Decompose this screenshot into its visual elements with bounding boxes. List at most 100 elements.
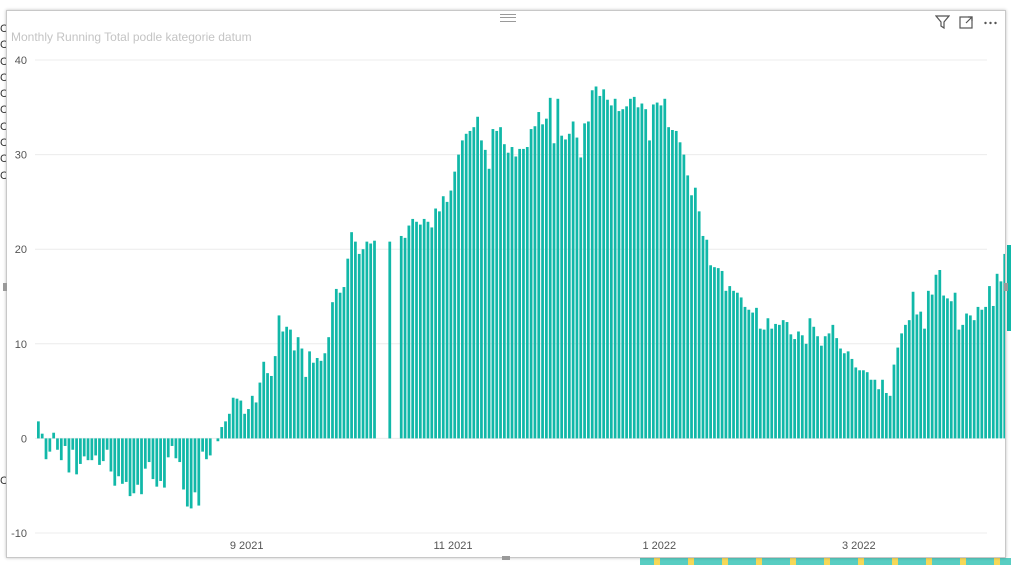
chart-bar: [483, 149, 487, 439]
chart-bar: [510, 147, 514, 439]
chart-bar: [705, 239, 709, 439]
chart-bar: [407, 225, 411, 439]
chart-bar: [37, 421, 40, 439]
y-tick-label: -10: [11, 528, 27, 540]
chart-bar: [59, 438, 63, 461]
chart-bar: [560, 135, 564, 439]
y-tick-label: 40: [15, 55, 27, 67]
chart-bar: [220, 427, 224, 439]
chart-bar: [567, 133, 571, 439]
chart-bar: [75, 438, 78, 475]
chart-bar: [239, 400, 243, 439]
chart-bar: [357, 253, 361, 439]
chart-bar: [846, 351, 850, 439]
chart-bar: [888, 395, 892, 439]
chart-bar: [403, 237, 407, 439]
chart-bar: [552, 143, 556, 439]
chart-bar: [820, 345, 823, 439]
chart-bar: [778, 324, 781, 439]
chart-bar: [892, 364, 896, 439]
chart-bar: [976, 306, 980, 439]
chart-bar: [109, 438, 113, 472]
chart-bar: [449, 190, 453, 439]
chart-bar: [132, 438, 136, 494]
chart-bar: [304, 376, 308, 439]
chart-bar: [426, 221, 430, 439]
chart-bar: [285, 326, 289, 439]
chart-bar: [587, 121, 590, 439]
chart-bar: [747, 309, 751, 439]
chart-bar: [277, 315, 281, 439]
chart-bar: [71, 438, 75, 450]
chart-bar: [751, 312, 755, 439]
chart-bar: [143, 438, 147, 469]
chart-bar: [197, 438, 201, 506]
chart-bar: [651, 104, 655, 439]
chart-bar: [678, 142, 682, 439]
chart-bar: [972, 320, 976, 439]
resize-handle-bottom[interactable]: [502, 556, 510, 560]
chart-bar: [724, 290, 728, 439]
chart-bar: [923, 328, 926, 439]
chart-bar: [877, 389, 881, 439]
chart-bar: [522, 148, 525, 439]
chart-bar: [884, 392, 888, 439]
chart-bar: [48, 438, 52, 452]
chart-bar: [205, 438, 208, 460]
chart-bar: [949, 301, 953, 439]
chart-bar: [613, 98, 617, 439]
chart-bar: [831, 324, 835, 439]
chart-bar: [147, 438, 151, 463]
chart-bar: [785, 322, 789, 439]
chart-bar: [365, 241, 369, 439]
chart-bar: [464, 133, 468, 439]
chart-bar: [797, 331, 800, 439]
chart-bar: [590, 90, 594, 439]
chart-bar: [697, 211, 701, 439]
chart-bar: [182, 438, 185, 490]
x-tick-label: 11 2021: [434, 540, 473, 552]
chart-bar: [915, 314, 919, 439]
chart-bar: [319, 360, 323, 439]
chart-bar: [98, 438, 101, 465]
resize-handle-left[interactable]: [3, 283, 7, 291]
chart-bar: [816, 336, 819, 439]
chart-bar: [800, 335, 804, 439]
chart-bar: [862, 370, 865, 439]
chart-bar: [625, 106, 628, 439]
chart-bar: [823, 336, 827, 439]
chart-bar: [388, 241, 392, 439]
chart-bar: [113, 438, 117, 486]
chart-bar: [441, 196, 445, 439]
x-tick-label: 9 2021: [230, 540, 264, 552]
chart-bar: [881, 379, 884, 439]
chart-bar: [758, 328, 762, 439]
chart-canvas: -10 0 10 20 30 40 9 2021 11 2021 1 2022 3 2022: [11, 55, 1005, 552]
chart-visual[interactable]: Monthly Running Total podle kategorie da…: [6, 10, 1006, 558]
chart-bar: [812, 326, 816, 439]
chart-bar: [655, 102, 659, 439]
report-page: C C C C C C C C C C C Monthly Running To…: [0, 0, 1011, 565]
chart-bar: [453, 171, 457, 439]
chart-bar: [178, 438, 182, 463]
chart-bar: [999, 281, 1003, 439]
chart-bar: [926, 290, 930, 439]
chart-bar: [128, 438, 132, 497]
chart-bar: [262, 361, 266, 439]
chart-bar: [86, 438, 90, 461]
chart-bar: [105, 438, 109, 450]
chart-bar: [418, 224, 422, 439]
chart-bar: [602, 89, 606, 439]
chart-bar: [682, 154, 686, 439]
chart-bar: [273, 356, 277, 439]
chart-bar: [491, 129, 495, 439]
chart-bar: [342, 287, 346, 439]
chart-bar: [865, 372, 869, 439]
chart-bar: [537, 112, 541, 439]
resize-handle-right[interactable]: [1004, 283, 1008, 291]
chart-bar: [40, 433, 44, 439]
chart-bar: [67, 438, 71, 473]
chart-bar: [659, 105, 663, 439]
chart-bar: [94, 438, 98, 456]
chart-bar: [170, 438, 174, 446]
